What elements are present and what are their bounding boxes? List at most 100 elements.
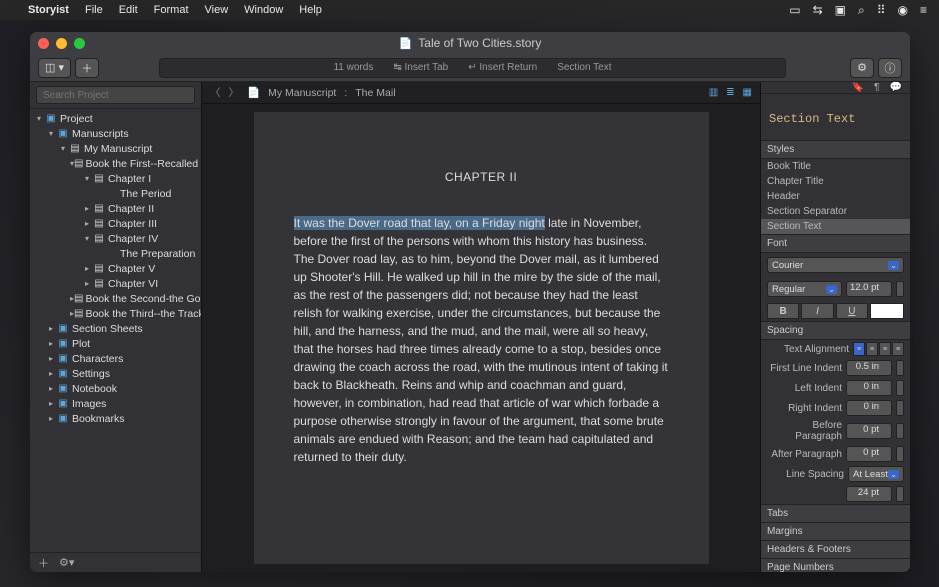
tree-row[interactable]: ▾▤Chapter I xyxy=(30,171,201,186)
align-center-button[interactable]: ≡ xyxy=(866,342,878,356)
help-menu[interactable]: Help xyxy=(299,4,322,16)
style-chapter-title[interactable]: Chapter Title xyxy=(761,174,910,189)
disclosure-triangle-icon[interactable]: ▸ xyxy=(46,384,56,393)
tree-row[interactable]: ▾▤Chapter IV xyxy=(30,231,201,246)
left-indent-field[interactable]: 0 in xyxy=(846,380,892,396)
disclosure-triangle-icon[interactable]: ▸ xyxy=(82,264,92,273)
tree-row[interactable]: ▸▤Chapter III xyxy=(30,216,201,231)
first-line-indent-field[interactable]: 0.5 in xyxy=(846,360,892,376)
line-spacing-stepper[interactable] xyxy=(896,486,904,502)
tree-row[interactable]: ▸▤Chapter V xyxy=(30,261,201,276)
app-menu[interactable]: Storyist xyxy=(28,4,69,16)
spacing-header[interactable]: Spacing xyxy=(761,321,910,340)
disclosure-triangle-icon[interactable]: ▾ xyxy=(58,144,68,153)
page-numbers-section-header[interactable]: Page Numbers xyxy=(761,558,910,572)
disclosure-triangle-icon[interactable]: ▸ xyxy=(46,369,56,378)
control-center-icon[interactable]: ⠿ xyxy=(877,3,886,17)
window-menu[interactable]: Window xyxy=(244,4,283,16)
nav-back-button[interactable]: 〈 xyxy=(210,85,221,100)
airplay-icon[interactable]: ▭ xyxy=(789,3,800,17)
wifi-icon[interactable]: ⇆ xyxy=(813,3,823,17)
editor-scroll[interactable]: CHAPTER II It was the Dover road that la… xyxy=(202,104,760,572)
tree-row[interactable]: ▸▣Images xyxy=(30,396,201,411)
path-crumb-1[interactable]: My Manuscript xyxy=(268,87,336,99)
disclosure-triangle-icon[interactable]: ▸ xyxy=(46,354,56,363)
tree-row[interactable]: The Period xyxy=(30,186,201,201)
settings-button[interactable]: ⚙ xyxy=(850,58,874,78)
underline-button[interactable]: U xyxy=(836,303,868,319)
tree-row[interactable]: ▸▤Book the Third--the Track of a Storm xyxy=(30,306,201,321)
battery-icon[interactable]: ▣ xyxy=(835,3,846,17)
format-menu[interactable]: Format xyxy=(154,4,189,16)
text-selection[interactable]: It was the Dover road that lay, on a Fri… xyxy=(294,216,545,230)
tree-row[interactable]: ▸▤Chapter VI xyxy=(30,276,201,291)
body-text[interactable]: It was the Dover road that lay, on a Fri… xyxy=(294,214,669,466)
bold-button[interactable]: B xyxy=(767,303,799,319)
disclosure-triangle-icon[interactable]: ▸ xyxy=(46,414,56,423)
nav-forward-button[interactable]: 〉 xyxy=(229,85,240,100)
right-indent-field[interactable]: 0 in xyxy=(846,400,892,416)
font-weight-select[interactable]: Regular⌄ xyxy=(767,281,842,297)
manuscript-page[interactable]: CHAPTER II It was the Dover road that la… xyxy=(254,112,709,564)
tree-row[interactable]: ▾▤Book the First--Recalled to Life xyxy=(30,156,201,171)
line-spacing-mode-select[interactable]: At Least⌄ xyxy=(848,466,904,482)
italic-button[interactable]: I xyxy=(801,303,833,319)
font-size-stepper[interactable] xyxy=(896,281,904,297)
insp-tab-comment-icon[interactable]: 💬 xyxy=(890,82,902,93)
tree-row[interactable]: ▸▣Settings xyxy=(30,366,201,381)
headers-footers-section-header[interactable]: Headers & Footers xyxy=(761,540,910,558)
alignment-buttons[interactable]: ≡ ≡ ≡ ≡ xyxy=(853,342,904,356)
font-header[interactable]: Font xyxy=(761,234,910,253)
styles-header[interactable]: Styles xyxy=(761,140,910,159)
align-right-button[interactable]: ≡ xyxy=(879,342,891,356)
style-book-title[interactable]: Book Title xyxy=(761,159,910,174)
style-section-separator[interactable]: Section Separator xyxy=(761,204,910,219)
tree-row[interactable]: The Preparation xyxy=(30,246,201,261)
tree-row[interactable]: ▸▤Chapter II xyxy=(30,201,201,216)
font-size-field[interactable]: 12.0 pt xyxy=(846,281,892,297)
close-button[interactable] xyxy=(38,38,49,49)
disclosure-triangle-icon[interactable]: ▾ xyxy=(46,129,56,138)
left-indent-stepper[interactable] xyxy=(896,380,904,396)
tree-row[interactable]: ▸▣Section Sheets xyxy=(30,321,201,336)
tree-row[interactable]: ▸▣Bookmarks xyxy=(30,411,201,426)
disclosure-triangle-icon[interactable]: ▸ xyxy=(46,339,56,348)
tree-row[interactable]: ▾▣Project xyxy=(30,111,201,126)
project-tree[interactable]: ▾▣Project▾▣Manuscripts▾▤My Manuscript▾▤B… xyxy=(30,109,201,552)
line-spacing-value-field[interactable]: 24 pt xyxy=(846,486,892,502)
tree-row[interactable]: ▸▣Notebook xyxy=(30,381,201,396)
before-paragraph-stepper[interactable] xyxy=(896,423,904,439)
disclosure-triangle-icon[interactable]: ▾ xyxy=(34,114,44,123)
search-input[interactable] xyxy=(36,86,195,104)
disclosure-triangle-icon[interactable]: ▾ xyxy=(82,234,92,243)
before-paragraph-field[interactable]: 0 pt xyxy=(846,423,892,439)
zoom-button[interactable] xyxy=(74,38,85,49)
view-outline-icon[interactable]: ≣ xyxy=(726,87,734,98)
disclosure-triangle-icon[interactable]: ▸ xyxy=(82,279,92,288)
tree-row[interactable]: ▸▣Characters xyxy=(30,351,201,366)
disclosure-triangle-icon[interactable]: ▸ xyxy=(82,204,92,213)
minimize-button[interactable] xyxy=(56,38,67,49)
tree-row[interactable]: ▸▣Plot xyxy=(30,336,201,351)
tree-row[interactable]: ▾▣Manuscripts xyxy=(30,126,201,141)
tree-row[interactable]: ▸▤Book the Second-the Golden Thread xyxy=(30,291,201,306)
sidebar-toggle[interactable]: ◫ ▾ xyxy=(38,58,71,78)
menu-extras-icon[interactable]: ≡ xyxy=(920,3,927,17)
align-left-button[interactable]: ≡ xyxy=(853,342,865,356)
font-family-select[interactable]: Courier⌄ xyxy=(767,257,904,273)
align-justify-button[interactable]: ≡ xyxy=(892,342,904,356)
file-menu[interactable]: File xyxy=(85,4,103,16)
view-page-icon[interactable]: ▥ xyxy=(709,87,718,98)
disclosure-triangle-icon[interactable]: ▸ xyxy=(46,399,56,408)
add-item-button[interactable]: ＋ xyxy=(38,555,49,571)
tree-row[interactable]: ▾▤My Manuscript xyxy=(30,141,201,156)
first-line-indent-stepper[interactable] xyxy=(896,360,904,376)
path-crumb-2[interactable]: The Mail xyxy=(355,87,395,99)
style-section-text[interactable]: Section Text xyxy=(761,219,910,234)
chapter-heading[interactable]: CHAPTER II xyxy=(294,168,669,186)
info-button[interactable]: ⓘ xyxy=(878,58,902,78)
right-indent-stepper[interactable] xyxy=(896,400,904,416)
user-icon[interactable]: ◉ xyxy=(898,3,908,17)
margins-section-header[interactable]: Margins xyxy=(761,522,910,540)
after-paragraph-stepper[interactable] xyxy=(896,446,904,462)
